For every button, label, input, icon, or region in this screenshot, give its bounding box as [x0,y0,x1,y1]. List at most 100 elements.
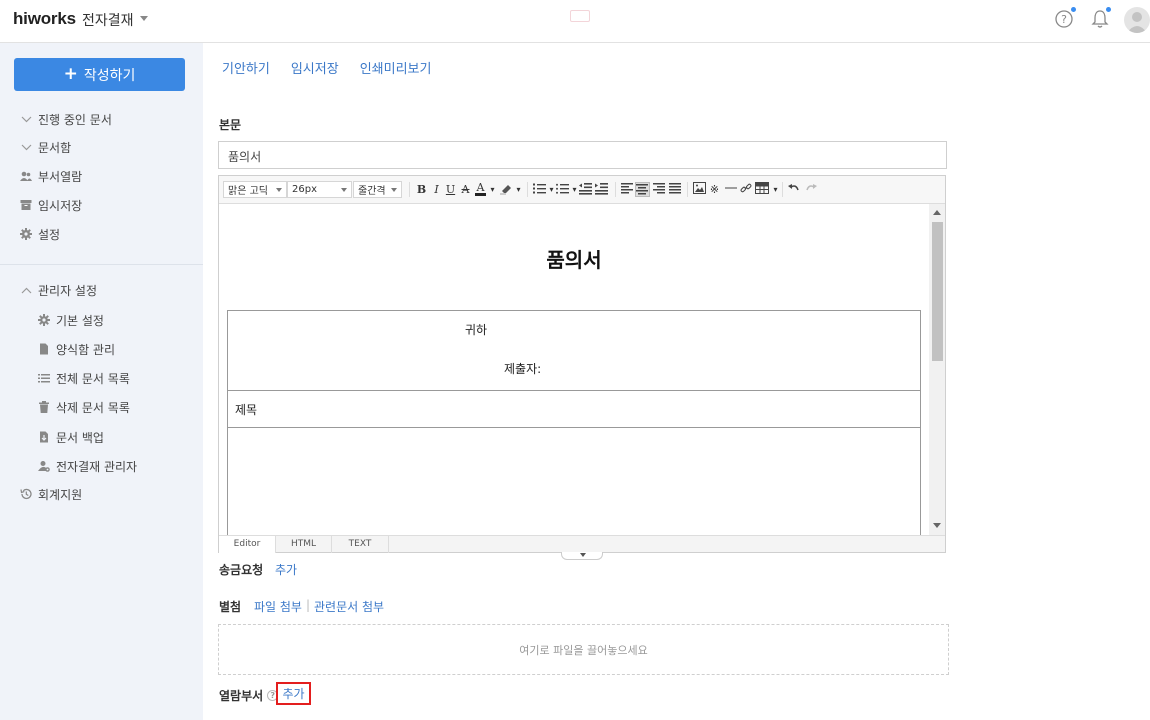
title-input[interactable]: 품의서 [218,141,947,169]
notification-bell-icon[interactable] [1089,7,1111,30]
align-center-icon[interactable] [635,182,650,197]
sidebar-item-basic-settings[interactable]: 기본 설정 [38,311,104,329]
sidebar-item-label: 삭제 문서 목록 [56,400,130,415]
align-right-icon[interactable] [653,182,666,197]
download-doc-icon [38,431,50,443]
file-attach-link[interactable]: 파일 첨부 [254,598,302,615]
attachment-label: 별첨 [219,600,242,614]
sidebar-item-settings[interactable]: 설정 [20,225,60,243]
sidebar-item-label: 문서 백업 [56,430,104,445]
italic-icon[interactable]: I [431,182,442,197]
dropzone-text: 여기로 파일을 끌어놓으세요 [519,643,648,657]
undo-icon[interactable] [788,182,800,197]
viewer-add-label: 추가 [282,687,305,701]
subject-label: 제목 [235,403,258,417]
editor-scrollbar[interactable] [929,204,945,535]
write-button-label: 작성하기 [83,67,136,84]
toolbar-separator [527,182,528,197]
sidebar-item-dept-view[interactable]: 부서열람 [20,167,82,185]
sidebar-divider [0,264,203,265]
attach-separator: | [306,598,311,612]
outdent-icon[interactable] [579,182,593,197]
help-icon[interactable]: ? [1054,7,1076,30]
sidebar-item-in-progress[interactable]: 진행 중인 문서 [20,110,112,128]
history-icon [20,488,32,500]
scroll-thumb[interactable] [932,222,943,361]
unordered-list-icon[interactable] [556,182,570,197]
editor-resize-handle[interactable] [561,552,603,560]
editor-mode-tabs: Editor HTML TEXT [219,535,945,553]
chevron-down-icon [20,113,32,125]
toolbar-separator [782,182,783,197]
submit-draft-link[interactable]: 기안하기 [222,58,270,77]
line-height-select[interactable]: 줄간격 [353,181,402,198]
app-switch-caret-icon[interactable] [140,16,148,21]
sidebar-item-label: 회계지원 [38,487,83,502]
sidebar: + 작성하기 진행 중인 문서 문서함 부서열람 임시저장 설정 관리자 설정 … [0,43,203,720]
sidebar-item-admin-settings[interactable]: 관리자 설정 [20,281,97,299]
related-doc-attach-link[interactable]: 관련문서 첨부 [314,598,384,615]
image-icon[interactable] [693,182,706,197]
bold-icon[interactable]: B [416,182,427,197]
tab-editor[interactable]: Editor [219,536,276,553]
sidebar-item-doc-backup[interactable]: 문서 백업 [38,428,104,446]
viewer-dept-add-button[interactable]: 추가 [276,682,311,705]
payment-add-link[interactable]: 추가 [275,561,297,578]
users-icon [20,170,32,182]
horizontal-rule-icon[interactable] [725,182,737,197]
align-justify-icon[interactable] [669,182,682,197]
toolbar-separator [687,182,688,197]
app-title[interactable]: 전자결재 [82,10,134,30]
sidebar-item-drafts[interactable]: 임시저장 [20,196,82,214]
submitter-text: 제출자: [504,362,542,376]
sidebar-item-approval-admin[interactable]: 전자결재 관리자 [38,457,137,475]
font-size-select[interactable]: 26px [287,181,352,198]
sidebar-item-accounting[interactable]: 회계지원 [20,485,82,503]
underline-icon[interactable]: U [445,182,456,197]
chevron-down-icon[interactable]: ▾ [513,182,524,197]
chevron-down-icon[interactable]: ▾ [487,182,498,197]
editor-content-area[interactable]: 품의서 귀하 제출자: 제목 [219,204,945,535]
hiworks-logo[interactable]: hiworks [13,9,76,29]
sidebar-item-docbox[interactable]: 문서함 [20,138,71,156]
sidebar-item-label: 설정 [38,227,61,242]
document-icon [38,343,50,355]
sidebar-item-label: 문서함 [38,140,72,155]
sidebar-item-label: 임시저장 [38,198,83,213]
chevron-down-icon [341,187,347,192]
link-icon[interactable] [740,182,752,197]
body-label: 본문 [219,118,242,132]
ordered-list-icon[interactable] [533,182,547,197]
align-left-icon[interactable] [621,182,634,197]
user-gear-icon [38,460,50,472]
sidebar-item-label: 기본 설정 [56,313,104,328]
scroll-up-icon[interactable] [933,210,941,215]
font-family-select[interactable]: 맑은 고딕 [223,181,287,198]
write-button[interactable]: + 작성하기 [14,58,185,91]
viewer-dept-label: 열람부서 [219,689,264,703]
scroll-down-icon[interactable] [933,523,941,528]
chevron-down-icon [391,187,397,192]
sidebar-item-all-docs[interactable]: 전체 문서 목록 [38,369,130,387]
file-dropzone[interactable]: 여기로 파일을 끌어놓으세요 [218,624,949,675]
print-preview-link[interactable]: 인쇄미리보기 [360,58,432,77]
tab-html[interactable]: HTML [276,536,332,553]
font-color-icon[interactable]: A [475,182,486,196]
sidebar-item-deleted-docs[interactable]: 삭제 문서 목록 [38,398,130,416]
table-icon[interactable] [755,182,769,197]
tab-text[interactable]: TEXT [332,536,389,553]
sidebar-item-form-manage[interactable]: 양식함 관리 [38,340,115,358]
highlight-icon[interactable] [500,182,514,197]
redo-icon[interactable] [805,182,817,197]
save-draft-link[interactable]: 임시저장 [291,58,339,77]
center-placeholder-mark [570,10,590,22]
chevron-down-icon [276,187,282,192]
indent-icon[interactable] [595,182,609,197]
user-avatar[interactable] [1124,7,1150,33]
strikethrough-icon[interactable]: A [460,182,471,197]
recipient-row: 귀하 제출자: [228,311,920,391]
sidebar-item-label: 진행 중인 문서 [38,112,112,127]
rich-text-editor: 맑은 고딕 26px 줄간격 B I U A A ▾ ▾ ▾ ▾ ※ ▾ 품의서… [218,175,946,553]
chevron-down-icon[interactable]: ▾ [770,182,781,197]
special-char-icon[interactable]: ※ [709,182,720,197]
